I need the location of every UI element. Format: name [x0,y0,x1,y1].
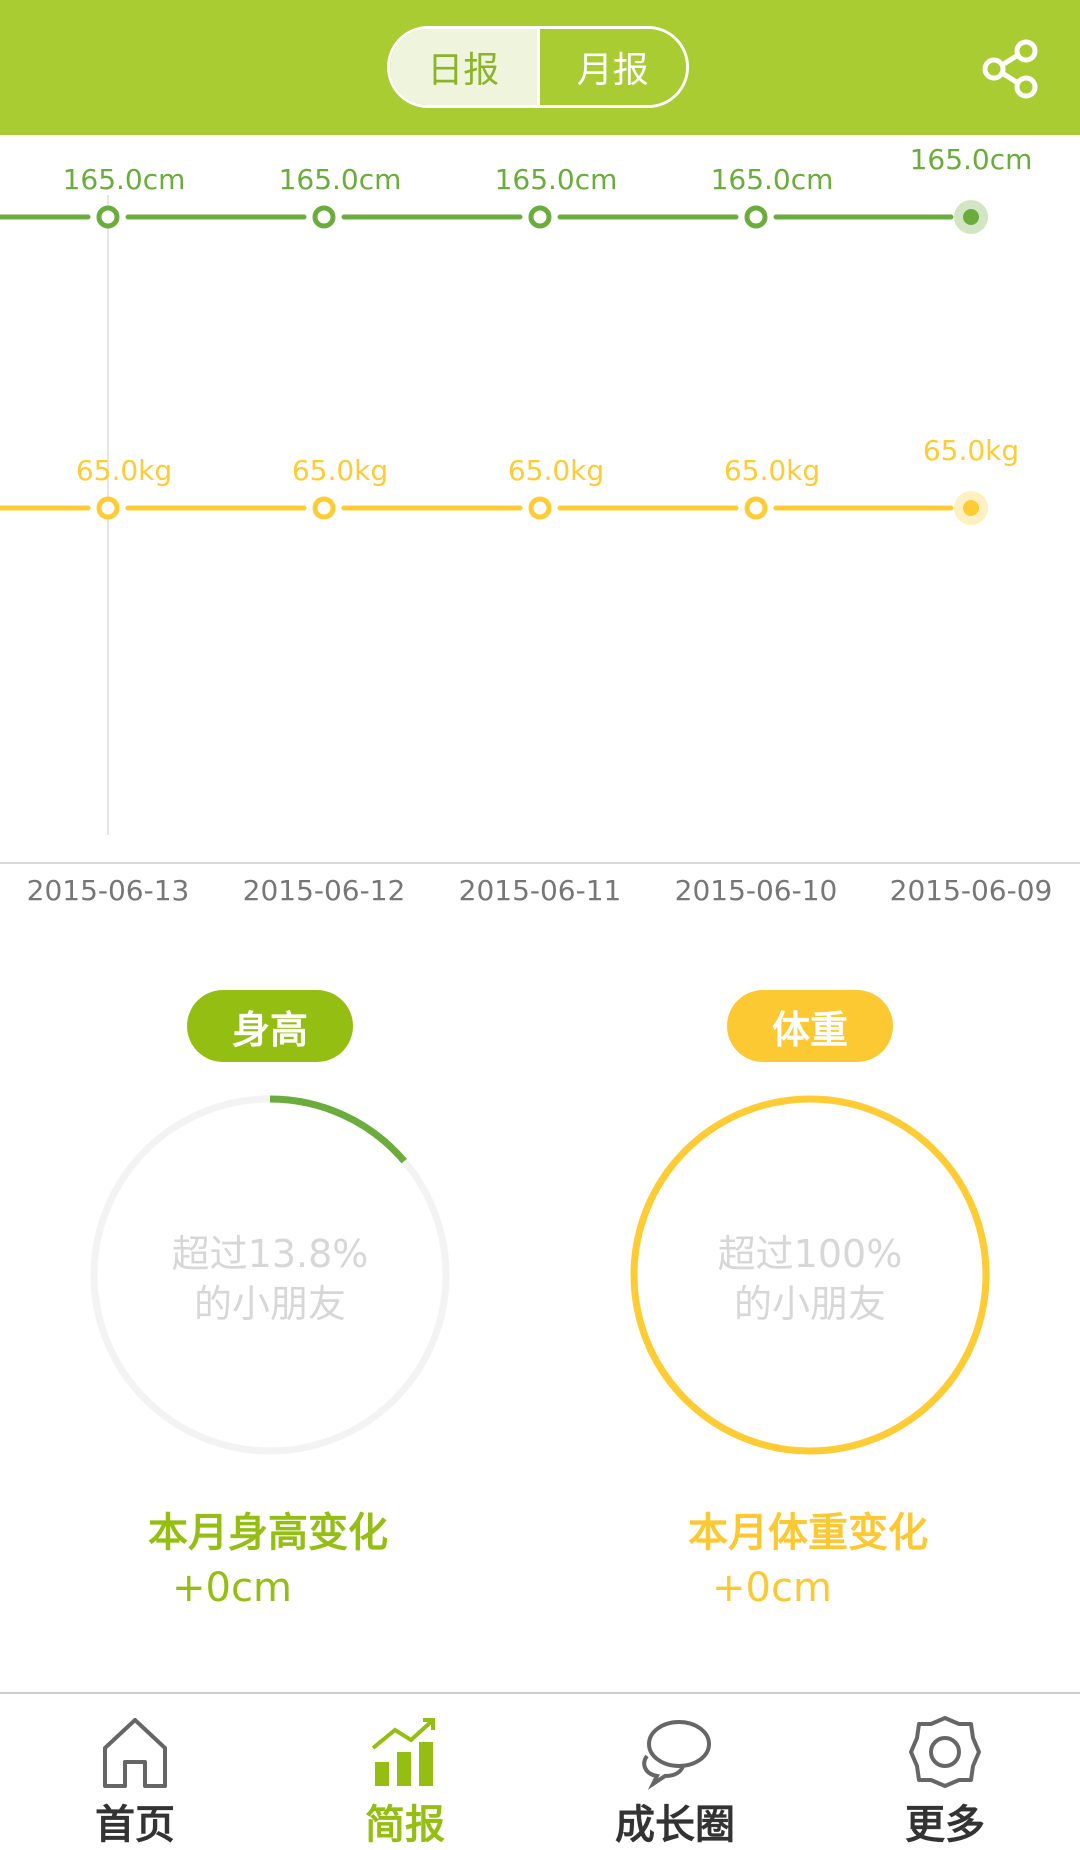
share-icon[interactable] [980,38,1042,100]
height-change-label: 本月身高变化 [148,1510,388,1556]
height-badge: 身高 [187,990,353,1062]
nav-more[interactable]: 更多 [810,1694,1080,1848]
x-tick-label: 2015-06-10 [675,874,838,907]
report-type-switch: 日报 月报 [387,26,689,108]
height-percentile-text: 超过13.8% 的小朋友 [110,1229,430,1329]
height-point-label: 165.0cm [495,163,618,196]
height-point [96,205,120,229]
nav-more-label: 更多 [905,1802,985,1848]
height-point [528,205,552,229]
weight-percentile-text: 超过100% 的小朋友 [650,1229,970,1329]
top-bar: 日报 月报 [0,0,1080,135]
height-percentile-line2: 的小朋友 [193,1282,346,1326]
weight-point-label: 65.0kg [76,454,172,487]
tab-daily-report[interactable]: 日报 [390,29,537,105]
weight-badge: 体重 [727,990,893,1062]
nav-growth-circle[interactable]: 成长圈 [540,1694,810,1848]
x-tick-label: 2015-06-13 [27,874,190,907]
weight-point-label: 65.0kg [923,434,1019,467]
weight-selected-point [963,500,979,516]
weight-point-label: 65.0kg [724,454,820,487]
gear-icon [909,1716,981,1788]
weight-point [528,496,552,520]
x-tick-label: 2015-06-11 [459,874,622,907]
height-point-label: 165.0cm [279,163,402,196]
height-point-label: 165.0cm [63,163,186,196]
home-icon [103,1718,167,1788]
x-tick-label: 2015-06-09 [890,874,1053,907]
weight-percentile-line2: 的小朋友 [733,1282,886,1326]
nav-growth-circle-label: 成长圈 [615,1802,735,1848]
growth-line-chart[interactable]: 2015-06-13 2015-06-12 2015-06-11 2015-06-10… [0,135,1080,915]
weight-point-label: 65.0kg [292,454,388,487]
bottom-nav: 首页 简报 成长圈 更多 [0,1692,1080,1848]
weight-point [96,496,120,520]
report-chart-icon [371,1718,435,1786]
x-tick-label: 2015-06-12 [243,874,406,907]
height-point-label: 165.0cm [910,143,1033,176]
weight-point [744,496,768,520]
height-percentile-line1: 超过13.8% [171,1232,369,1276]
weight-point [312,496,336,520]
height-point-label: 165.0cm [711,163,834,196]
weight-percentile-line1: 超过100% [717,1232,903,1276]
weight-change-label: 本月体重变化 [688,1510,928,1556]
weight-change-value: +0cm [712,1565,832,1611]
height-selected-point [963,209,979,225]
nav-home[interactable]: 首页 [0,1694,270,1848]
height-point [312,205,336,229]
height-point [744,205,768,229]
nav-report-label: 简报 [365,1802,445,1848]
nav-home-label: 首页 [95,1802,175,1848]
chat-bubbles-icon [642,1720,711,1790]
tab-monthly-report[interactable]: 月报 [536,29,686,105]
nav-report[interactable]: 简报 [270,1694,540,1848]
weight-point-label: 65.0kg [508,454,604,487]
height-change-value: +0cm [172,1565,292,1611]
